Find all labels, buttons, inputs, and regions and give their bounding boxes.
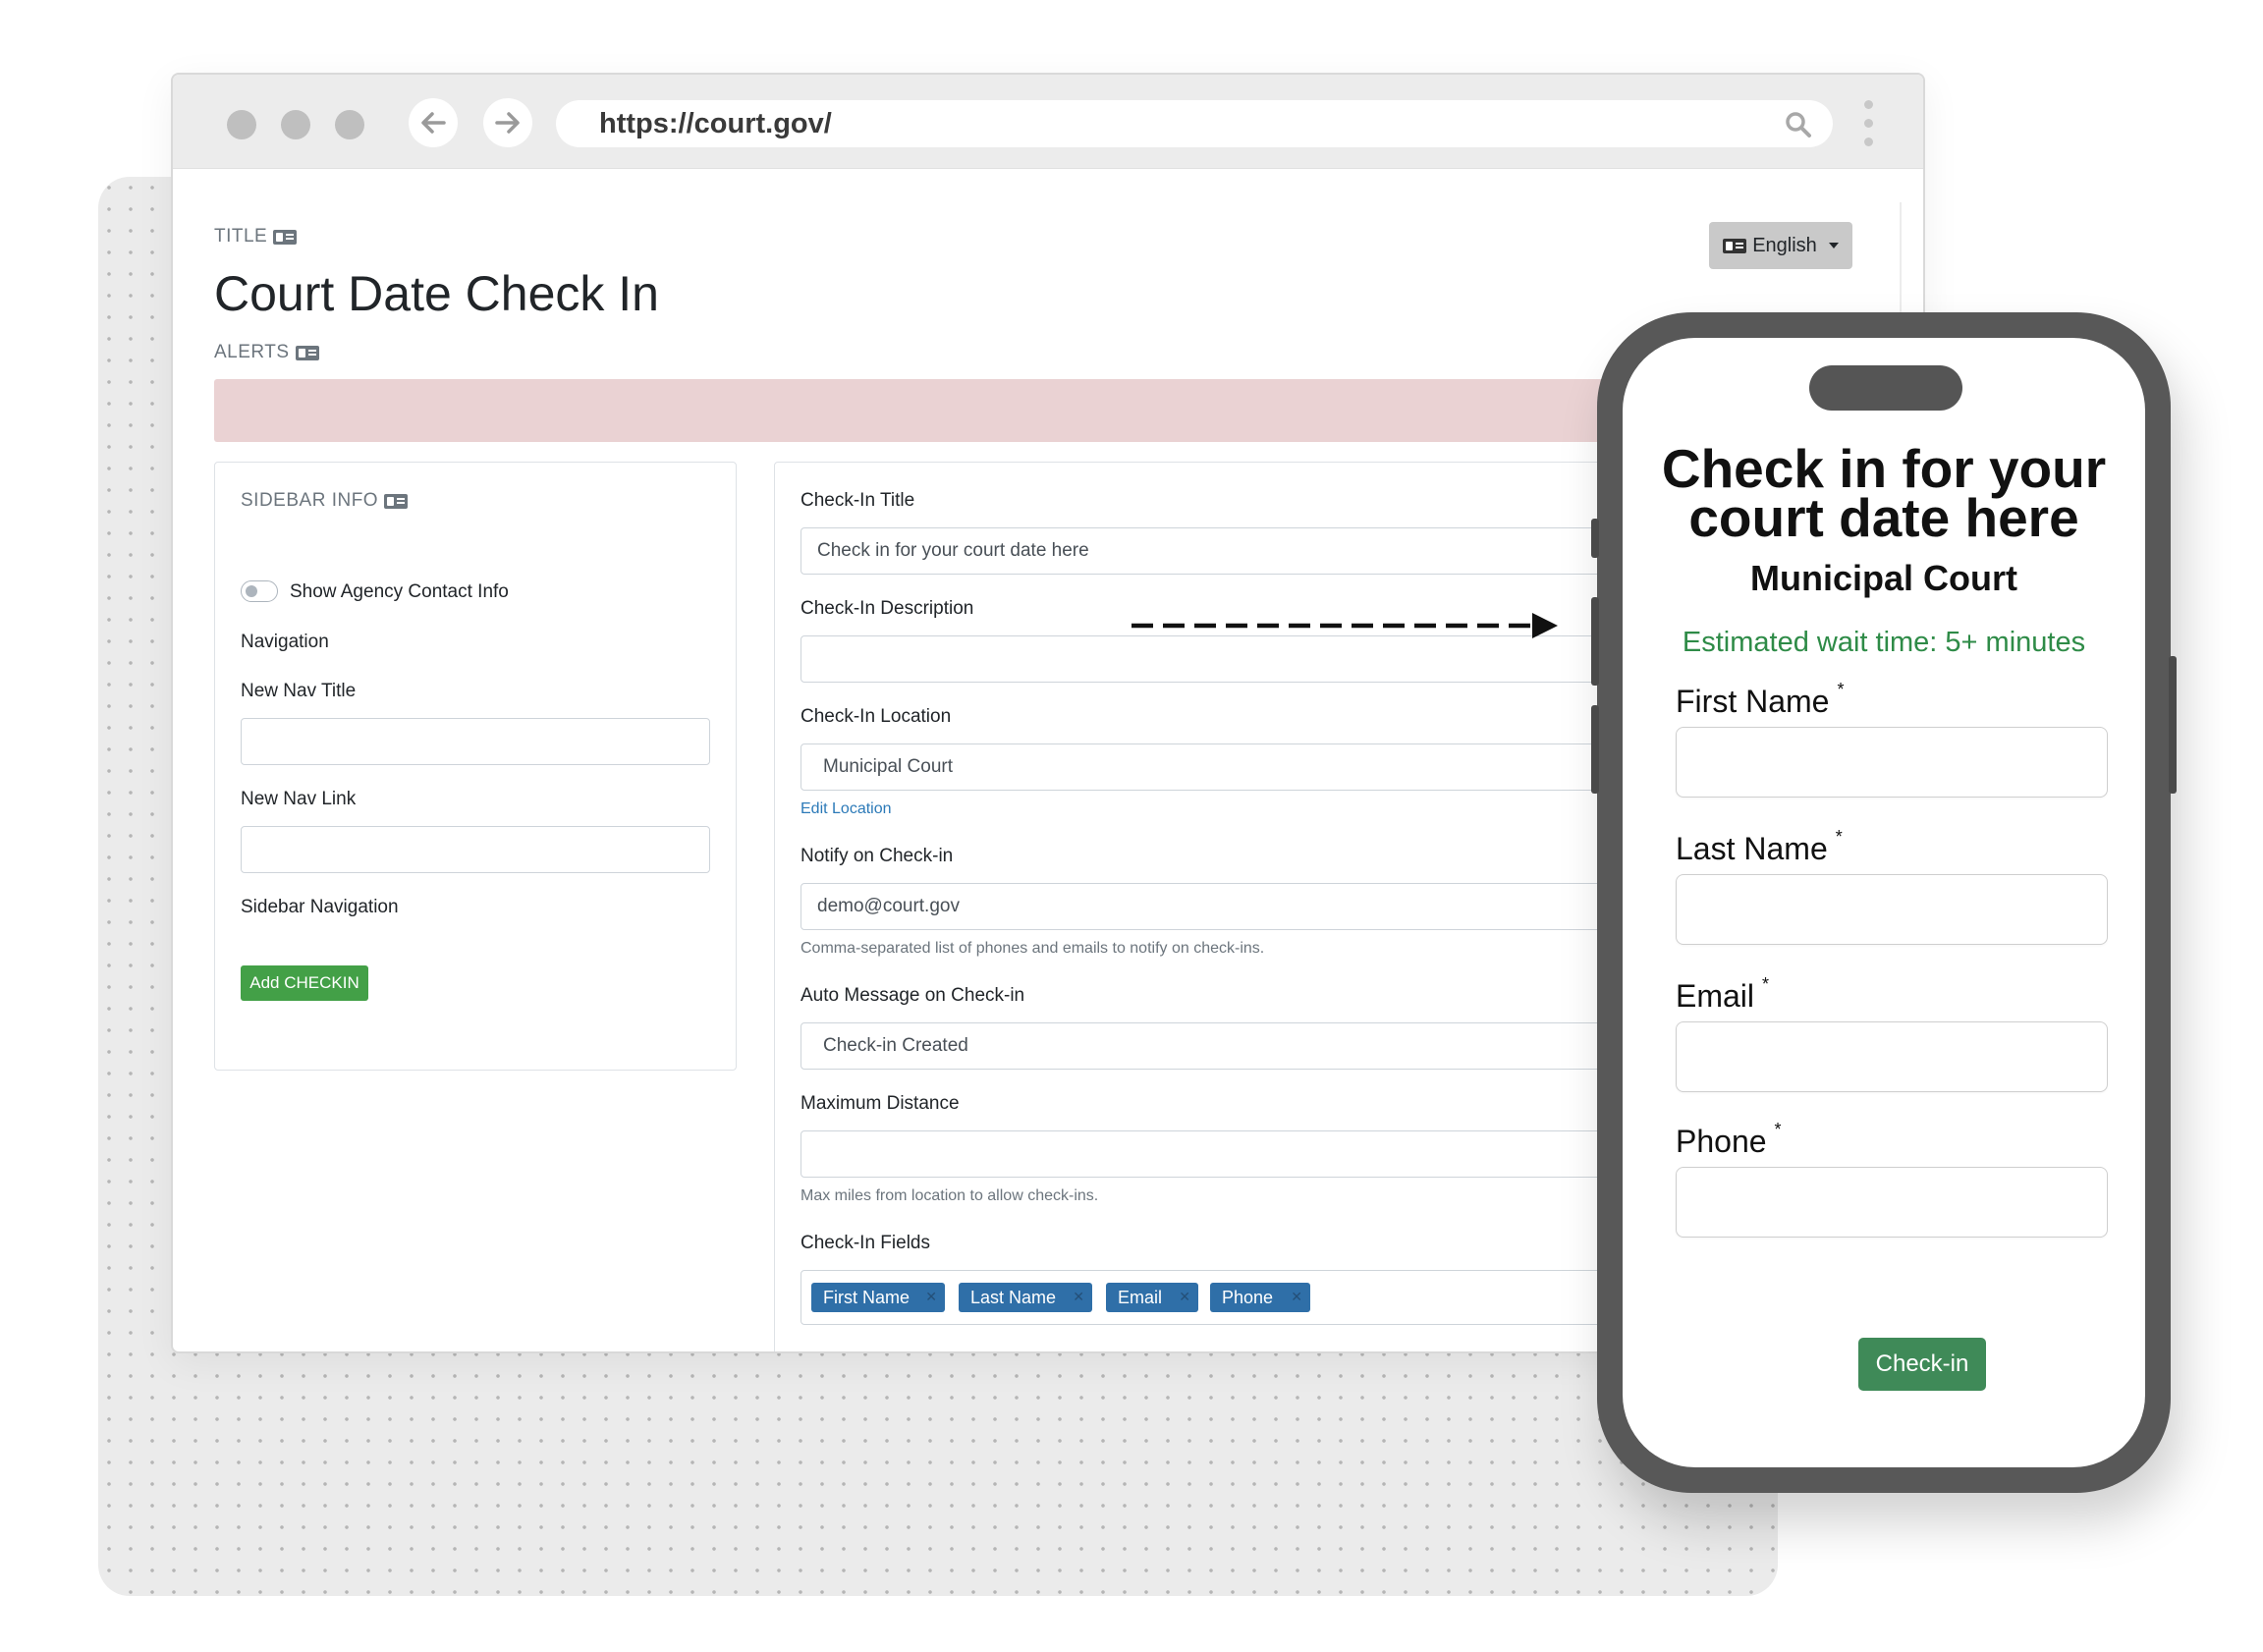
phone-side-button	[1591, 705, 1599, 794]
id-card-icon	[1723, 238, 1747, 253]
url-text: https://court.gov/	[599, 108, 832, 139]
checkin-title-label: Check-In Title	[800, 490, 915, 511]
checkin-fields-label: Check-In Fields	[800, 1233, 930, 1253]
email-input[interactable]	[1676, 1021, 2108, 1092]
title-section-label: TITLE	[214, 226, 298, 248]
auto-message-value: Check-in Created	[823, 1035, 968, 1056]
window-maximize-dot[interactable]	[335, 110, 364, 139]
phone-side-button	[2169, 656, 2177, 794]
remove-tag-icon[interactable]: ✕	[925, 1289, 937, 1305]
language-label: English	[1752, 234, 1817, 256]
arrow-left-icon	[421, 112, 446, 134]
new-nav-title-input[interactable]	[241, 718, 710, 765]
auto-message-label: Auto Message on Check-in	[800, 985, 1025, 1006]
field-tag-first-name[interactable]: First Name ✕	[811, 1283, 945, 1312]
id-card-icon	[384, 493, 409, 509]
toggle-label: Show Agency Contact Info	[290, 581, 509, 602]
page-title: Court Date Check In	[214, 266, 659, 321]
more-vertical-icon[interactable]	[1864, 100, 1874, 151]
checkin-description-label: Check-In Description	[800, 598, 974, 619]
forward-button[interactable]	[483, 98, 532, 147]
search-icon[interactable]	[1784, 110, 1813, 139]
caret-down-icon	[1828, 243, 1839, 248]
sidebar-info-card: SIDEBAR INFO Show Agency Contact Info Na…	[214, 462, 737, 1071]
phone-side-button	[1591, 519, 1599, 558]
phone-mockup: Check in for your court date here Munici…	[1591, 312, 2177, 1493]
sidebar-navigation-heading: Sidebar Navigation	[241, 897, 399, 917]
id-card-icon	[295, 345, 319, 360]
phone-label: Phone *	[1676, 1120, 1782, 1159]
last-name-label: Last Name *	[1676, 827, 1843, 866]
browser-toolbar: https://court.gov/	[173, 75, 1923, 169]
max-distance-help-text: Max miles from location to allow check-i…	[800, 1187, 1099, 1204]
phone-screen: Check in for your court date here Munici…	[1623, 338, 2145, 1467]
new-nav-link-input[interactable]	[241, 826, 710, 873]
new-nav-link-label: New Nav Link	[241, 789, 357, 809]
language-dropdown[interactable]: English	[1709, 222, 1852, 269]
back-button[interactable]	[409, 98, 458, 147]
first-name-label: First Name *	[1676, 680, 1845, 719]
phone-input[interactable]	[1676, 1167, 2108, 1238]
remove-tag-icon[interactable]: ✕	[1291, 1289, 1302, 1305]
remove-tag-icon[interactable]: ✕	[1073, 1289, 1084, 1305]
checkin-location-value: Municipal Court	[823, 756, 953, 777]
checkin-title-value: Check in for your court date here	[817, 540, 1089, 561]
window-close-dot[interactable]	[227, 110, 256, 139]
check-in-button[interactable]: Check-in	[1858, 1338, 1986, 1391]
navigation-heading: Navigation	[241, 632, 329, 652]
arrow-right-icon	[495, 112, 520, 134]
field-tag-phone[interactable]: Phone ✕	[1210, 1283, 1310, 1312]
phone-location: Municipal Court	[1750, 558, 2017, 598]
dashed-arrow-icon	[1132, 613, 1558, 638]
email-label: Email *	[1676, 974, 1770, 1014]
new-nav-title-label: New Nav Title	[241, 681, 357, 701]
dynamic-island	[1809, 365, 1962, 411]
notify-help-text: Comma-separated list of phones and email…	[800, 940, 1265, 957]
first-name-input[interactable]	[1676, 727, 2108, 798]
phone-side-button	[1591, 597, 1599, 686]
max-distance-label: Maximum Distance	[800, 1093, 960, 1114]
remove-tag-icon[interactable]: ✕	[1179, 1289, 1190, 1305]
window-minimize-dot[interactable]	[281, 110, 310, 139]
address-bar[interactable]: https://court.gov/	[556, 100, 1833, 147]
field-tag-email[interactable]: Email ✕	[1106, 1283, 1198, 1312]
last-name-input[interactable]	[1676, 874, 2108, 945]
sidebar-section-label: SIDEBAR INFO	[241, 490, 409, 512]
checkin-location-label: Check-In Location	[800, 706, 952, 727]
notify-value: demo@court.gov	[817, 896, 960, 916]
id-card-icon	[273, 229, 298, 245]
agency-contact-toggle[interactable]	[241, 580, 278, 602]
phone-title: Check in for your court date here	[1661, 438, 2107, 548]
field-tag-last-name[interactable]: Last Name ✕	[959, 1283, 1092, 1312]
wait-time-text: Estimated wait time: 5+ minutes	[1682, 627, 2086, 658]
alerts-section-label: ALERTS	[214, 342, 319, 363]
notify-label: Notify on Check-in	[800, 846, 954, 866]
edit-location-link[interactable]: Edit Location	[800, 800, 892, 818]
add-checkin-button[interactable]: Add CHECKIN	[241, 965, 368, 1001]
